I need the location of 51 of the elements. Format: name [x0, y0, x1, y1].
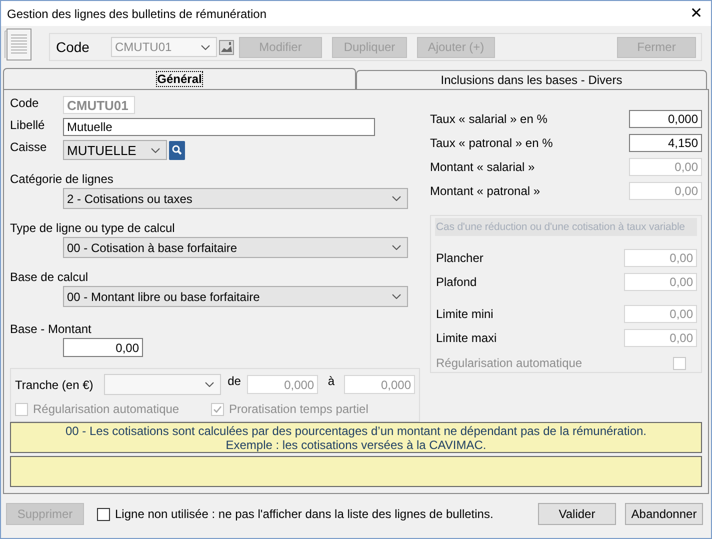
label: Tranche (en €): [15, 378, 94, 392]
label: Plafond: [436, 275, 478, 289]
label: de: [226, 374, 242, 388]
label: Taux « salarial » en %: [430, 112, 548, 126]
image-icon[interactable]: [219, 40, 234, 54]
tab[interactable]: Inclusions dans les bases - Divers: [356, 70, 707, 89]
section-header: Cas d'une réduction ou d'une cotisation à taux variable: [435, 218, 697, 236]
label: Taux « patronal » en %: [430, 136, 554, 150]
label: Proratisation temps partiel: [229, 402, 368, 416]
button[interactable]: Abandonner: [625, 503, 703, 525]
info-text: Exemple : les cotisations versées à la CAVIMAC.: [226, 438, 486, 452]
caret-icon[interactable]: [151, 148, 160, 152]
input-field[interactable]: 0,00: [63, 338, 143, 357]
document-icon: [4, 28, 32, 60]
dropdown[interactable]: MUTUELLE: [63, 140, 167, 160]
checkbox[interactable]: [97, 508, 110, 520]
label: Limite mini: [436, 307, 494, 321]
label: Base de calcul: [10, 270, 90, 284]
label: Plancher: [436, 251, 484, 265]
close-button[interactable]: ✕: [690, 6, 703, 21]
caret-icon[interactable]: [392, 294, 401, 299]
search-icon[interactable]: [169, 140, 185, 160]
label: Catégorie de lignes: [10, 172, 114, 186]
label: Régularisation automatique: [33, 402, 180, 416]
dropdown[interactable]: 00 - Cotisation à base forfaitaire: [63, 237, 408, 258]
input-field[interactable]: CMUTU01: [63, 96, 135, 114]
tab[interactable]: Général: [3, 68, 356, 89]
caret-icon[interactable]: [392, 245, 401, 250]
label: Code: [56, 39, 90, 55]
label: Montant « salarial »: [430, 160, 536, 174]
button[interactable]: Valider: [538, 503, 616, 525]
input-field[interactable]: 4,150: [629, 134, 702, 152]
label: Régularisation automatique: [436, 356, 584, 370]
label: à: [326, 374, 336, 388]
dropdown[interactable]: 00 - Montant libre ou base forfaitaire: [63, 286, 408, 307]
caret-icon[interactable]: [201, 44, 210, 50]
input-field[interactable]: Mutuelle: [63, 118, 375, 136]
label: Montant « patronal »: [430, 184, 542, 198]
caret-icon[interactable]: [392, 196, 401, 201]
label: Limite maxi: [436, 331, 498, 345]
label: Caisse: [10, 140, 48, 154]
input-field[interactable]: 0,000: [629, 110, 702, 128]
label: Libellé: [10, 118, 46, 132]
label: Base - Montant: [10, 322, 92, 336]
label: Ligne non utilisée : ne pas l'afficher dans la liste des lignes de bulletins.: [115, 507, 494, 521]
label: Type de ligne ou type de calcul: [10, 221, 176, 235]
window-title: Gestion des lignes des bulletins de rémunération: [7, 6, 266, 20]
dropdown[interactable]: CMUTU01: [111, 37, 217, 57]
label: Code: [10, 96, 40, 110]
info-text: 00 - Les cotisations sont calculées par des pourcentages d’un montant ne dépendant pas de la rémunération.: [65, 424, 647, 438]
dropdown[interactable]: 2 - Cotisations ou taxes: [63, 188, 408, 209]
